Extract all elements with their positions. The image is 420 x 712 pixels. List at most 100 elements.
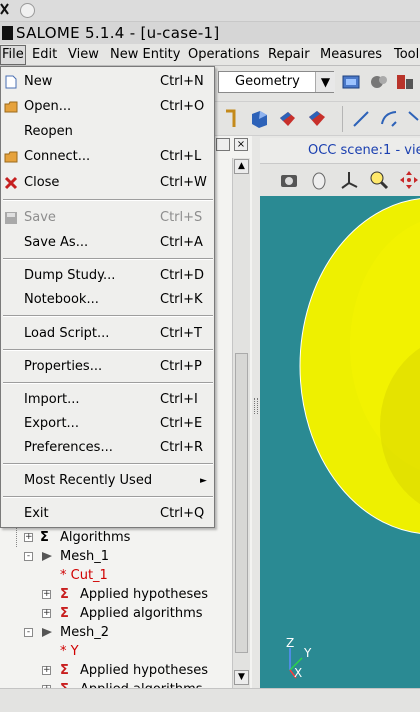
collapse-icon[interactable]: - [24,552,33,561]
file-menu-dropdown: New Ctrl+N Open... Ctrl+O Reopen Connect… [0,66,215,528]
scene-shape [299,198,420,534]
connect-folder-icon [4,151,18,163]
scrollbar-thumb[interactable] [235,353,248,653]
menu-item-exit[interactable]: Exit Ctrl+Q [2,502,214,526]
cone-tool-icon[interactable] [306,108,328,130]
app-icon [2,26,13,40]
expand-icon[interactable]: + [42,590,51,599]
splitter-handle[interactable] [254,398,258,414]
tree-row[interactable]: + Σ Applied algorithms [0,604,232,623]
line-tool-icon[interactable] [350,108,372,130]
menu-repair[interactable]: Repair [266,46,312,64]
viewer-toolbar [260,164,420,196]
trihedron-icon[interactable] [338,169,360,191]
menu-item-new[interactable]: New Ctrl+N [2,70,214,94]
tree-label: Mesh_2 [60,625,109,640]
tree-row[interactable]: + Σ Applied hypotheses [0,661,232,680]
zoom-icon[interactable] [368,169,390,191]
object-browser-scrollbar[interactable]: ▲ ▼ [232,158,250,688]
menu-item-notebook[interactable]: Notebook... Ctrl+K [2,288,214,312]
tree-guide [16,528,17,547]
new-document-icon [5,75,17,89]
box-tool-icon[interactable] [248,108,270,130]
mesh-module-icon[interactable] [368,71,390,93]
sigma-icon: Σ [60,680,69,688]
menu-item-close[interactable]: Close Ctrl+W [2,171,214,195]
menu-item-connect[interactable]: Connect... Ctrl+L [2,145,214,169]
occ-scene-canvas[interactable]: Z Y X [260,196,420,688]
menu-tools[interactable]: Tool [392,46,420,64]
cylinder-tool-icon[interactable] [276,108,298,130]
menu-separator [3,349,213,351]
menu-item-reopen[interactable]: Reopen [2,120,214,144]
menu-item-save-as[interactable]: Save As... Ctrl+A [2,231,214,255]
tree-label: Applied hypotheses [80,663,209,678]
tree-row[interactable]: + Σ Applied hypotheses [0,585,232,604]
point-tool-icon[interactable] [220,108,242,130]
menu-item-preferences[interactable]: Preferences... Ctrl+R [2,436,214,460]
menu-item-load-script[interactable]: Load Script... Ctrl+T [2,322,214,346]
collapse-icon[interactable]: - [24,628,33,637]
viewer-tab-label: OCC scene:1 - vie [308,143,420,158]
tree-label: Mesh_1 [60,549,109,564]
scroll-up-button[interactable]: ▲ [234,159,249,174]
arc-tool-icon[interactable] [378,108,400,130]
dock-float-button[interactable] [216,138,230,151]
menu-separator [3,496,213,498]
expand-icon[interactable]: + [42,666,51,675]
close-icon[interactable]: × [234,138,248,151]
module-select-value: Geometry [235,74,300,89]
chevron-down-icon[interactable]: ▼ [315,72,335,92]
menu-file[interactable]: File [0,45,26,65]
tree-label: * Y [60,644,79,659]
sigma-icon: Σ [60,606,69,621]
panel-splitter[interactable] [252,136,260,688]
menu-item-most-recently-used[interactable]: Most Recently Used ► [2,469,214,493]
tree-row[interactable]: + Σ Applied algorithms [0,680,232,688]
mouse-icon[interactable] [308,169,330,191]
menu-measures[interactable]: Measures [318,46,384,64]
menu-item-save[interactable]: Save Ctrl+S [2,206,214,230]
menu-separator [3,258,213,260]
menu-item-export[interactable]: Export... Ctrl+E [2,412,214,436]
viewer-tab[interactable]: OCC scene:1 - vie [260,138,420,164]
menu-operations[interactable]: Operations [186,46,261,64]
scroll-down-button[interactable]: ▼ [234,670,249,685]
menu-item-import[interactable]: Import... Ctrl+I [2,388,214,412]
expand-icon[interactable]: + [42,609,51,618]
tree-row[interactable]: + Σ Algorithms [0,528,232,547]
tree-row[interactable]: * Cut_1 [0,566,232,585]
tree-row[interactable]: - Mesh_1 [0,547,232,566]
window-title: SALOME 5.1.4 - [u-case-1] [16,24,220,42]
occ-viewer: OCC scene:1 - vie Z Y X [260,136,420,688]
salome-window: SALOME 5.1.4 - [u-case-1] File Edit View… [0,0,420,712]
menu-item-properties[interactable]: Properties... Ctrl+P [2,355,214,379]
menu-edit[interactable]: Edit [30,46,59,64]
menu-new-entity[interactable]: New Entity [108,46,182,64]
axis-label-x: X [294,666,303,680]
window-frame-top [0,0,420,22]
post-pro-module-icon[interactable] [394,71,416,93]
status-bar [0,688,420,712]
tree-row[interactable]: * Y [0,642,232,661]
menu-separator [3,382,213,384]
camera-icon[interactable] [278,169,300,191]
module-select[interactable]: Geometry ▼ [218,71,335,93]
menu-separator [3,315,213,317]
pan-icon[interactable] [398,169,420,191]
geometry-module-icon[interactable] [340,71,362,93]
tree-label: Applied algorithms [80,680,203,688]
wire-tool-icon[interactable] [406,108,420,130]
menu-item-open[interactable]: Open... Ctrl+O [2,95,214,119]
tree-row[interactable]: - Mesh_2 [0,623,232,642]
object-browser-tree: + Σ Algorithms - Mesh_1 * Cut_1 + Σ Appl… [0,526,232,688]
menu-item-dump-study[interactable]: Dump Study... Ctrl+D [2,264,214,288]
sigma-icon: Σ [60,587,69,602]
axis-label-z: Z [286,636,295,650]
window-control-button[interactable] [20,3,35,18]
open-folder-icon [4,101,18,113]
menu-view[interactable]: View [66,46,101,64]
sigma-icon: Σ [40,530,49,545]
expand-icon[interactable]: + [24,533,33,542]
title-bar: SALOME 5.1.4 - [u-case-1] [0,22,420,44]
